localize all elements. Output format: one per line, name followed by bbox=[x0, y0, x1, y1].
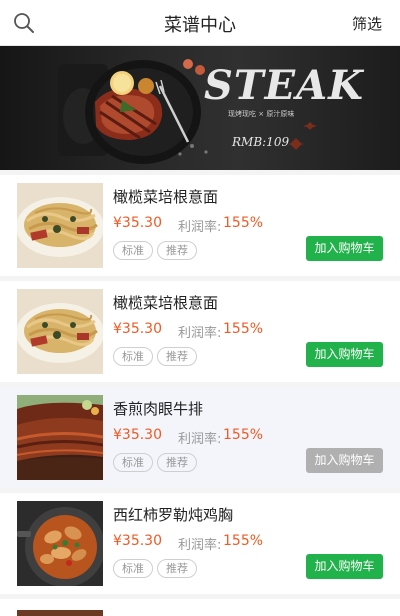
page-title: 菜谱中心 bbox=[164, 15, 236, 36]
list-item[interactable]: 西红柿罗勒炖鸡胸 ¥35.30 利润率: 155% 标准 推荐 加入购物车 bbox=[0, 493, 400, 594]
add-to-cart-button[interactable]: 加入购物车 bbox=[306, 236, 383, 261]
top-navbar: 菜谱中心 筛选 bbox=[0, 0, 400, 46]
tag-recommended[interactable]: 推荐 bbox=[157, 559, 197, 578]
list-item-partial[interactable] bbox=[0, 599, 400, 616]
item-price: ¥35.30 bbox=[113, 321, 162, 337]
profit-label: 利润率: bbox=[178, 326, 222, 341]
banner-subtitle: 现烤现吃 × 原汁原味 bbox=[228, 110, 295, 118]
chicken-dish-image bbox=[17, 501, 103, 586]
dish-image-partial bbox=[17, 607, 103, 616]
tag-standard[interactable]: 标准 bbox=[113, 347, 153, 366]
filter-button[interactable]: 筛选 bbox=[352, 13, 382, 34]
profit-value: 155% bbox=[223, 215, 264, 231]
tag-recommended[interactable]: 推荐 bbox=[157, 241, 197, 260]
list-item[interactable]: 香煎肉眼牛排 ¥35.30 利润率: 155% 标准 推荐 加入购物车 bbox=[0, 387, 400, 488]
pasta-dish-image bbox=[17, 183, 103, 268]
banner-price: RMB:109 bbox=[232, 135, 290, 149]
search-icon[interactable] bbox=[12, 11, 36, 35]
add-to-cart-button[interactable]: 加入购物车 bbox=[306, 342, 383, 367]
banner-title: STEAK bbox=[204, 62, 364, 109]
profit-value: 155% bbox=[223, 533, 264, 549]
promo-banner[interactable]: STEAK 现烤现吃 × 原汁原味 RMB:109 bbox=[0, 46, 400, 170]
list-item[interactable]: 橄榄菜培根意面 ¥35.30 利润率: 155% 标准 推荐 加入购物车 bbox=[0, 281, 400, 382]
profit-label: 利润率: bbox=[178, 220, 222, 235]
item-price: ¥35.30 bbox=[113, 215, 162, 231]
profit-value: 155% bbox=[223, 321, 264, 337]
item-price: ¥35.30 bbox=[113, 533, 162, 549]
item-name: 橄榄菜培根意面 bbox=[113, 294, 219, 312]
item-price: ¥35.30 bbox=[113, 427, 162, 443]
tag-recommended[interactable]: 推荐 bbox=[157, 453, 197, 472]
item-name: 香煎肉眼牛排 bbox=[113, 400, 204, 418]
item-name: 橄榄菜培根意面 bbox=[113, 188, 219, 206]
profit-label: 利润率: bbox=[178, 432, 222, 447]
add-to-cart-button[interactable]: 加入购物车 bbox=[306, 554, 383, 579]
pasta-dish-image bbox=[17, 289, 103, 374]
tag-standard[interactable]: 标准 bbox=[113, 241, 153, 260]
add-to-cart-button-disabled[interactable]: 加入购物车 bbox=[306, 448, 383, 473]
profit-label: 利润率: bbox=[178, 538, 222, 553]
tag-standard[interactable]: 标准 bbox=[113, 453, 153, 472]
tag-recommended[interactable]: 推荐 bbox=[157, 347, 197, 366]
tag-standard[interactable]: 标准 bbox=[113, 559, 153, 578]
steak-dish-image bbox=[17, 395, 103, 480]
item-name: 西红柿罗勒炖鸡胸 bbox=[113, 506, 234, 524]
profit-value: 155% bbox=[223, 427, 264, 443]
list-item[interactable]: 橄榄菜培根意面 ¥35.30 利润率: 155% 标准 推荐 加入购物车 bbox=[0, 175, 400, 276]
